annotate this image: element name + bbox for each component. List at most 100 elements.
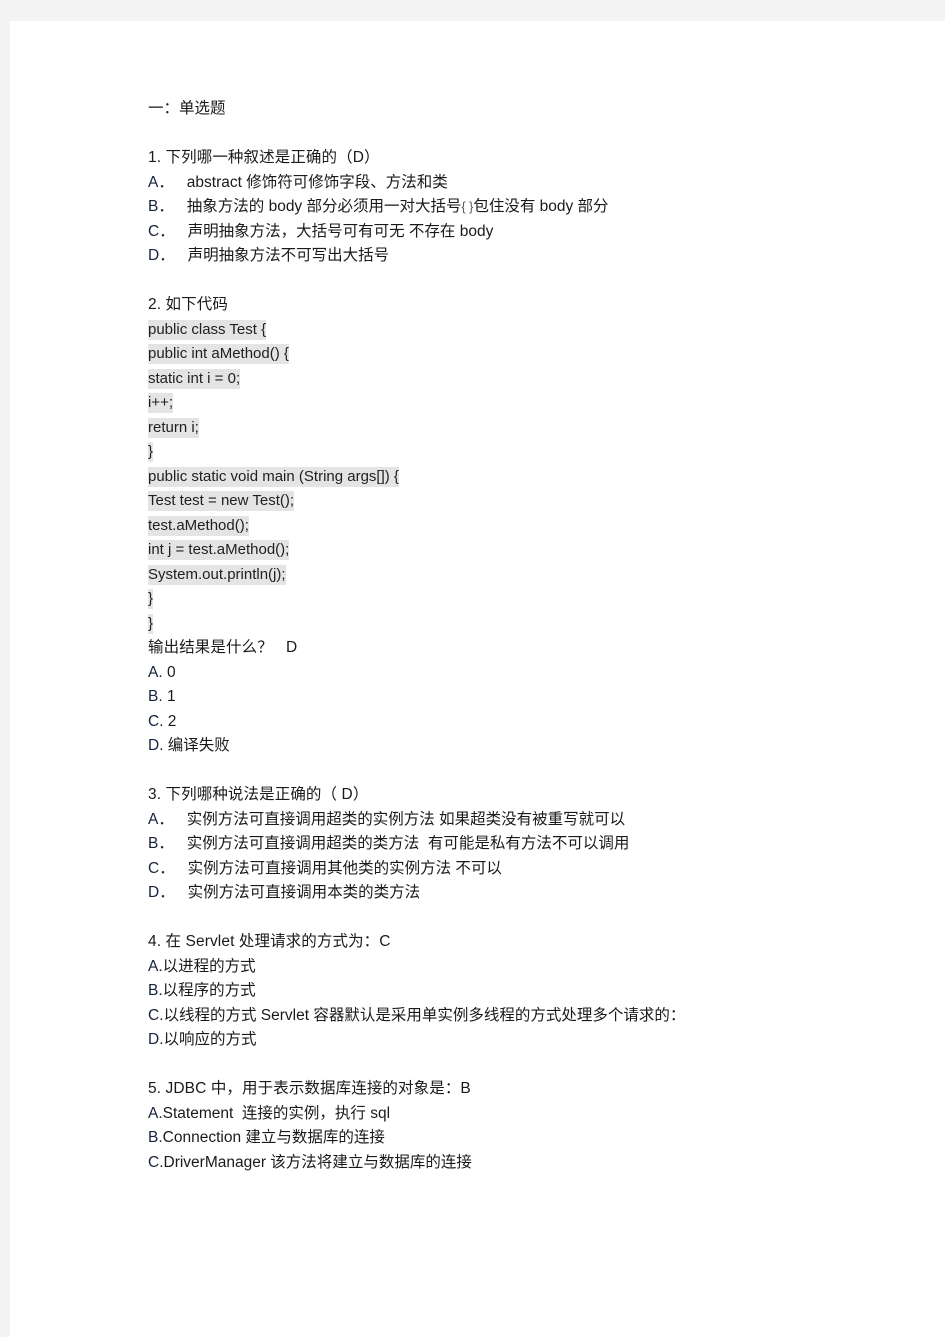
question-spacer — [148, 759, 905, 784]
code-line: } — [148, 612, 905, 637]
code-line: Test test = new Test(); — [148, 489, 905, 514]
code-line-text: public class Test { — [148, 319, 267, 340]
option-text-continued: 包住没有 body 部分 — [473, 198, 609, 215]
code-line-text: i++; — [148, 393, 174, 413]
question-spacer — [148, 906, 905, 931]
option-text: 实例方法可直接调用超类的类方法 有可能是私有方法不可以调用 — [186, 835, 630, 852]
option-gap — [175, 223, 188, 240]
option-gap — [174, 811, 187, 828]
option-text: 以响应的方式 — [163, 1031, 257, 1048]
question-stem: 1. 下列哪一种叙述是正确的（D） — [148, 149, 380, 166]
option-row[interactable]: A． 实例方法可直接调用超类的实例方法 如果超类没有被重写就可以 — [148, 808, 905, 833]
option-label: A． — [148, 810, 174, 828]
option-row[interactable]: B． 抽象方法的 body 部分必须用一对大括号{ }包住没有 body 部分 — [148, 195, 905, 220]
option-row[interactable]: B． 实例方法可直接调用超类的类方法 有可能是私有方法不可以调用 — [148, 832, 905, 857]
document-content: 一：单选题 1. 下列哪一种叙述是正确的（D） A． abstract 修饰符可修… — [148, 97, 905, 1175]
option-row[interactable]: A.Statement 连接的实例，执行 sql — [148, 1102, 905, 1127]
code-line-text: public static void main (String args[]) … — [148, 466, 399, 487]
option-label: B. — [148, 688, 163, 705]
code-line: test.aMethod(); — [148, 514, 905, 539]
code-line-text: int j = test.aMethod(); — [148, 540, 290, 560]
option-row[interactable]: D. 编译失败 — [148, 734, 905, 759]
question-stem: 4. 在 Servlet 处理请求的方式为：C — [148, 933, 391, 950]
option-label: D. — [148, 737, 164, 754]
option-label: B. — [148, 982, 163, 999]
option-row[interactable]: D． 实例方法可直接调用本类的类方法 — [148, 881, 905, 906]
option-row[interactable]: D． 声明抽象方法不可写出大括号 — [148, 244, 905, 269]
option-row[interactable]: C.DriverManager 该方法将建立与数据库的连接 — [148, 1151, 905, 1176]
question-stem: 5. JDBC 中，用于表示数据库连接的对象是：B — [148, 1080, 471, 1097]
option-label: B． — [148, 198, 174, 215]
option-text: 实例方法可直接调用其他类的实例方法 不可以 — [187, 859, 502, 877]
option-text: 以进程的方式 — [162, 957, 256, 975]
option-text: Connection 建立与数据库的连接 — [162, 1129, 385, 1146]
option-label: C. — [148, 1006, 164, 1024]
code-line: public int aMethod() { — [148, 342, 905, 367]
option-text: 编译失败 — [163, 737, 230, 754]
option-text: Statement 连接的实例，执行 sql — [162, 1104, 391, 1122]
option-text: 声明抽象方法，大括号可有可无 不存在 body — [187, 222, 494, 240]
option-label: D． — [148, 884, 175, 901]
code-line-text: System.out.println(j); — [148, 564, 286, 585]
option-text: 实例方法可直接调用超类的实例方法 如果超类没有被重写就可以 — [186, 810, 626, 828]
option-row[interactable]: C. 2 — [148, 710, 905, 735]
question-stem: 2. 如下代码 — [148, 296, 228, 313]
option-text: 以程序的方式 — [162, 982, 256, 999]
code-line: static int i = 0; — [148, 367, 905, 392]
option-label: C． — [148, 222, 175, 240]
option-text: abstract 修饰符可修饰字段、方法和类 — [186, 173, 448, 191]
code-line-text: return i; — [148, 417, 199, 438]
option-gap — [175, 884, 188, 901]
code-line: public class Test { — [148, 318, 905, 343]
question-substem: 输出结果是什么？ D — [148, 639, 298, 656]
option-label: D. — [148, 1031, 164, 1048]
option-label: C. — [148, 1153, 164, 1171]
code-line: int j = test.aMethod(); — [148, 538, 905, 563]
question-spacer — [148, 269, 905, 294]
code-line: i++; — [148, 391, 905, 416]
option-row[interactable]: C． 声明抽象方法，大括号可有可无 不存在 body — [148, 220, 905, 245]
option-row[interactable]: B. 1 — [148, 685, 905, 710]
option-row[interactable]: A． abstract 修饰符可修饰字段、方法和类 — [148, 171, 905, 196]
option-gap — [174, 835, 187, 852]
option-label: B. — [148, 1129, 163, 1146]
option-label: C． — [148, 859, 175, 877]
option-gap — [175, 860, 188, 877]
code-line-text: } — [148, 613, 154, 634]
option-row[interactable]: D.以响应的方式 — [148, 1028, 905, 1053]
code-line: } — [148, 440, 905, 465]
option-text: DriverManager 该方法将建立与数据库的连接 — [163, 1153, 472, 1171]
code-line: return i; — [148, 416, 905, 441]
option-text: 实例方法可直接调用本类的类方法 — [187, 884, 421, 901]
option-row[interactable]: C.以线程的方式 Servlet 容器默认是采用单实例多线程的方式处理多个请求的… — [148, 1004, 905, 1029]
code-line-text: Test test = new Test(); — [148, 491, 295, 511]
question-spacer — [148, 1053, 905, 1078]
option-text: 1 — [162, 688, 176, 705]
option-label: A． — [148, 173, 174, 191]
code-line: } — [148, 587, 905, 612]
option-text: 2 — [163, 712, 177, 730]
option-label: A. — [148, 1104, 163, 1122]
option-row[interactable]: C． 实例方法可直接调用其他类的实例方法 不可以 — [148, 857, 905, 882]
code-line: public static void main (String args[]) … — [148, 465, 905, 490]
option-label: B． — [148, 835, 174, 852]
option-gap — [174, 174, 187, 191]
section-heading: 一：单选题 — [148, 100, 226, 117]
option-label: D． — [148, 247, 175, 264]
option-row[interactable]: B.Connection 建立与数据库的连接 — [148, 1126, 905, 1151]
code-line: System.out.println(j); — [148, 563, 905, 588]
question-stem: 3. 下列哪种说法是正确的（ D） — [148, 786, 369, 803]
option-text: 声明抽象方法不可写出大括号 — [187, 247, 390, 264]
option-row[interactable]: A. 0 — [148, 661, 905, 686]
option-text: 抽象方法的 body 部分必须用一对大括号 — [186, 198, 462, 215]
code-line-text: } — [148, 589, 154, 609]
option-row[interactable]: B.以程序的方式 — [148, 979, 905, 1004]
option-label: C. — [148, 712, 164, 730]
option-gap — [174, 198, 187, 215]
option-row[interactable]: A.以进程的方式 — [148, 955, 905, 980]
code-line-text: } — [148, 442, 154, 462]
option-label: A. — [148, 663, 163, 681]
option-text: 0 — [162, 663, 176, 681]
code-line-text: public int aMethod() { — [148, 344, 289, 364]
